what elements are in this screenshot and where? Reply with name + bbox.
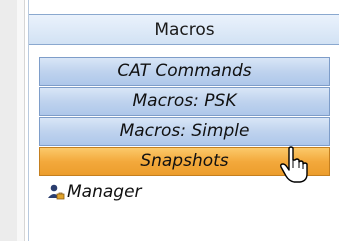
panel-header[interactable]: Macros: [29, 14, 339, 45]
nav-item-macros-simple[interactable]: Macros: Simple: [39, 117, 330, 146]
nav-item-macros-psk[interactable]: Macros: PSK: [39, 87, 330, 116]
user-manager-icon: [48, 184, 65, 200]
manager-label: Manager: [67, 182, 142, 202]
hand-pointer-icon: [280, 146, 308, 183]
left-frame-strip: [0, 0, 18, 241]
macros-panel: Macros CAT Commands Macros: PSK Macros: …: [28, 0, 339, 241]
nav-item-cat-commands[interactable]: CAT Commands: [39, 57, 330, 86]
splitter-handle[interactable]: [17, 0, 25, 241]
